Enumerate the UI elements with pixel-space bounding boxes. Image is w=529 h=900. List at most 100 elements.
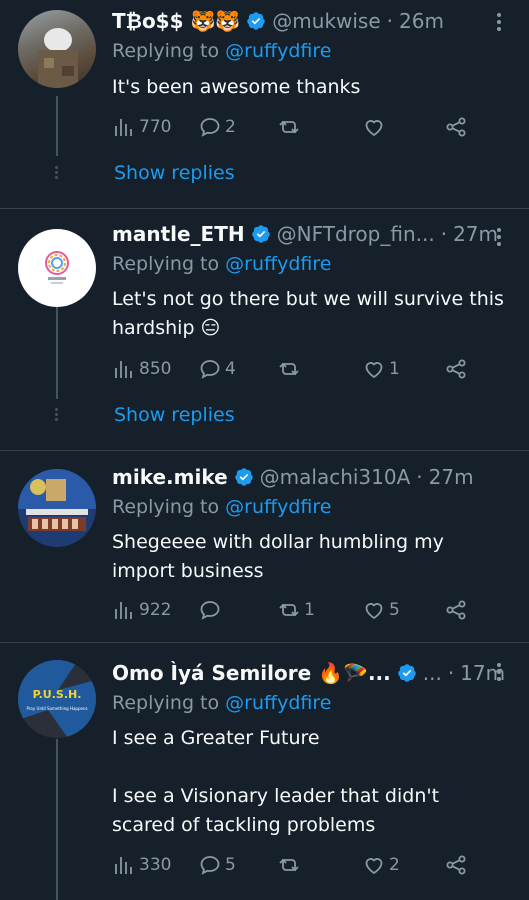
tweet-text-line: I see a Greater Future	[112, 727, 320, 749]
views-count: 770	[139, 117, 172, 137]
reply-icon	[200, 360, 220, 379]
like-count: 2	[389, 855, 400, 875]
timestamp[interactable]: 27m	[453, 222, 498, 246]
views-button[interactable]: 770	[112, 115, 171, 139]
replying-to-link[interactable]: @ruffydfire	[225, 692, 331, 714]
replying-to-link[interactable]: @ruffydfire	[225, 253, 331, 275]
share-icon	[446, 855, 466, 875]
share-button[interactable]	[444, 115, 468, 139]
handle[interactable]: @mukwise	[272, 9, 380, 33]
share-icon	[446, 117, 466, 137]
display-name[interactable]: T₿o$$ 🐯🐯	[112, 9, 240, 34]
heart-icon	[365, 362, 383, 379]
thread-line	[56, 739, 58, 900]
views-count: 922	[139, 600, 172, 620]
views-icon	[115, 119, 132, 136]
views-icon	[115, 857, 132, 874]
tweet-4[interactable]: P.U.S.H. Pray Until Something Happens Om…	[0, 643, 529, 900]
replying-to-link[interactable]: @ruffydfire	[225, 40, 331, 62]
share-button[interactable]	[444, 853, 468, 877]
handle[interactable]: @malachi310A	[260, 465, 411, 489]
tweet-1[interactable]: T₿o$$ 🐯🐯 @mukwise · 26m Replying to @ruf…	[0, 0, 529, 208]
retweet-button[interactable]	[277, 357, 304, 381]
heart-icon	[365, 120, 383, 137]
replying-to: Replying to @ruffydfire	[112, 40, 331, 62]
tweet-text-line: hardship 😑	[112, 317, 221, 339]
avatar[interactable]	[18, 469, 96, 547]
tweet-text-line: Let's not go there but we will survive t…	[112, 288, 504, 310]
retweet-button[interactable]	[277, 853, 304, 877]
separator-dot: ·	[447, 661, 455, 685]
like-button[interactable]: 1	[362, 357, 400, 381]
verified-badge-icon	[234, 468, 253, 486]
verified-badge-icon	[397, 664, 416, 682]
avatar[interactable]	[18, 10, 96, 88]
tweet-3[interactable]: mike.mike @malachi310A · 27m Replying to…	[0, 451, 529, 642]
replying-to-label: Replying to	[112, 496, 220, 518]
collapsed-thread-dots	[54, 406, 60, 423]
tweet-text: Shegeeee with dollar humbling my import …	[112, 528, 511, 586]
more-options-icon[interactable]	[497, 660, 503, 684]
views-icon	[115, 602, 132, 619]
retweet-count: 1	[304, 600, 315, 620]
reply-icon	[200, 118, 220, 137]
share-button[interactable]	[444, 598, 468, 622]
collapsed-thread-dots	[54, 164, 60, 181]
share-icon	[446, 600, 466, 620]
display-name[interactable]: Omo Ìyá Semilore 🔥🪂...	[112, 661, 391, 685]
views-button[interactable]: 850	[112, 357, 171, 381]
tweet-2[interactable]: mantle_ETH @NFTdrop_fin... · 27m Replyin…	[0, 209, 529, 449]
avatar-logo-subtext: Pray Until Something Happens	[26, 706, 87, 711]
avatar[interactable]: P.U.S.H. Pray Until Something Happens	[18, 660, 96, 738]
retweet-icon	[279, 858, 299, 872]
tweet-actions: 770 2	[112, 115, 472, 145]
retweet-button[interactable]	[277, 115, 304, 139]
reply-count: 2	[225, 117, 236, 137]
tweet-actions: 330 5 2	[112, 853, 472, 883]
tweet-text-line: Shegeeee with dollar humbling my	[112, 531, 444, 553]
views-count: 330	[139, 855, 172, 875]
replying-to-label: Replying to	[112, 253, 220, 275]
like-button[interactable]	[362, 115, 389, 139]
thread-line	[56, 96, 58, 156]
like-button[interactable]: 2	[362, 853, 400, 877]
avatar-photo	[18, 469, 96, 531]
views-count: 850	[139, 359, 172, 379]
like-button[interactable]: 5	[362, 598, 400, 622]
handle[interactable]: ...	[423, 661, 442, 685]
reply-count: 4	[225, 359, 236, 379]
more-options-icon[interactable]	[497, 225, 503, 249]
tweet-text-line: I see a Visionary leader that didn't	[112, 785, 440, 807]
tweet-text-line: It's been awesome thanks	[112, 76, 361, 98]
reply-button[interactable]: 5	[198, 853, 236, 877]
replying-to-label: Replying to	[112, 40, 220, 62]
show-replies-link[interactable]: Show replies	[114, 162, 235, 184]
reply-count: 5	[225, 855, 236, 875]
reply-button[interactable]	[198, 598, 225, 622]
replying-to: Replying to @ruffydfire	[112, 692, 331, 714]
verified-badge-icon	[247, 12, 266, 30]
replying-to-link[interactable]: @ruffydfire	[225, 496, 331, 518]
views-button[interactable]: 922	[112, 598, 171, 622]
avatar-logo	[45, 251, 69, 284]
timestamp[interactable]: 27m	[429, 465, 474, 489]
views-button[interactable]: 330	[112, 853, 171, 877]
share-button[interactable]	[444, 357, 468, 381]
tweet-text-blank-line	[112, 753, 511, 782]
separator-dot: ·	[386, 9, 394, 33]
reply-button[interactable]: 4	[198, 357, 236, 381]
retweet-button[interactable]: 1	[277, 598, 315, 622]
timestamp[interactable]: 26m	[399, 9, 444, 33]
retweet-icon	[279, 362, 299, 376]
show-replies-link[interactable]: Show replies	[114, 404, 235, 426]
separator-dot: ·	[440, 222, 448, 246]
avatar[interactable]	[18, 229, 96, 307]
reply-button[interactable]: 2	[198, 115, 236, 139]
display-name[interactable]: mantle_ETH	[112, 222, 245, 246]
reply-icon	[200, 856, 220, 875]
thread-line	[56, 307, 58, 399]
handle[interactable]: @NFTdrop_fin...	[277, 222, 435, 246]
display-name[interactable]: mike.mike	[112, 465, 228, 489]
views-icon	[115, 361, 132, 378]
more-options-icon[interactable]	[497, 10, 503, 34]
